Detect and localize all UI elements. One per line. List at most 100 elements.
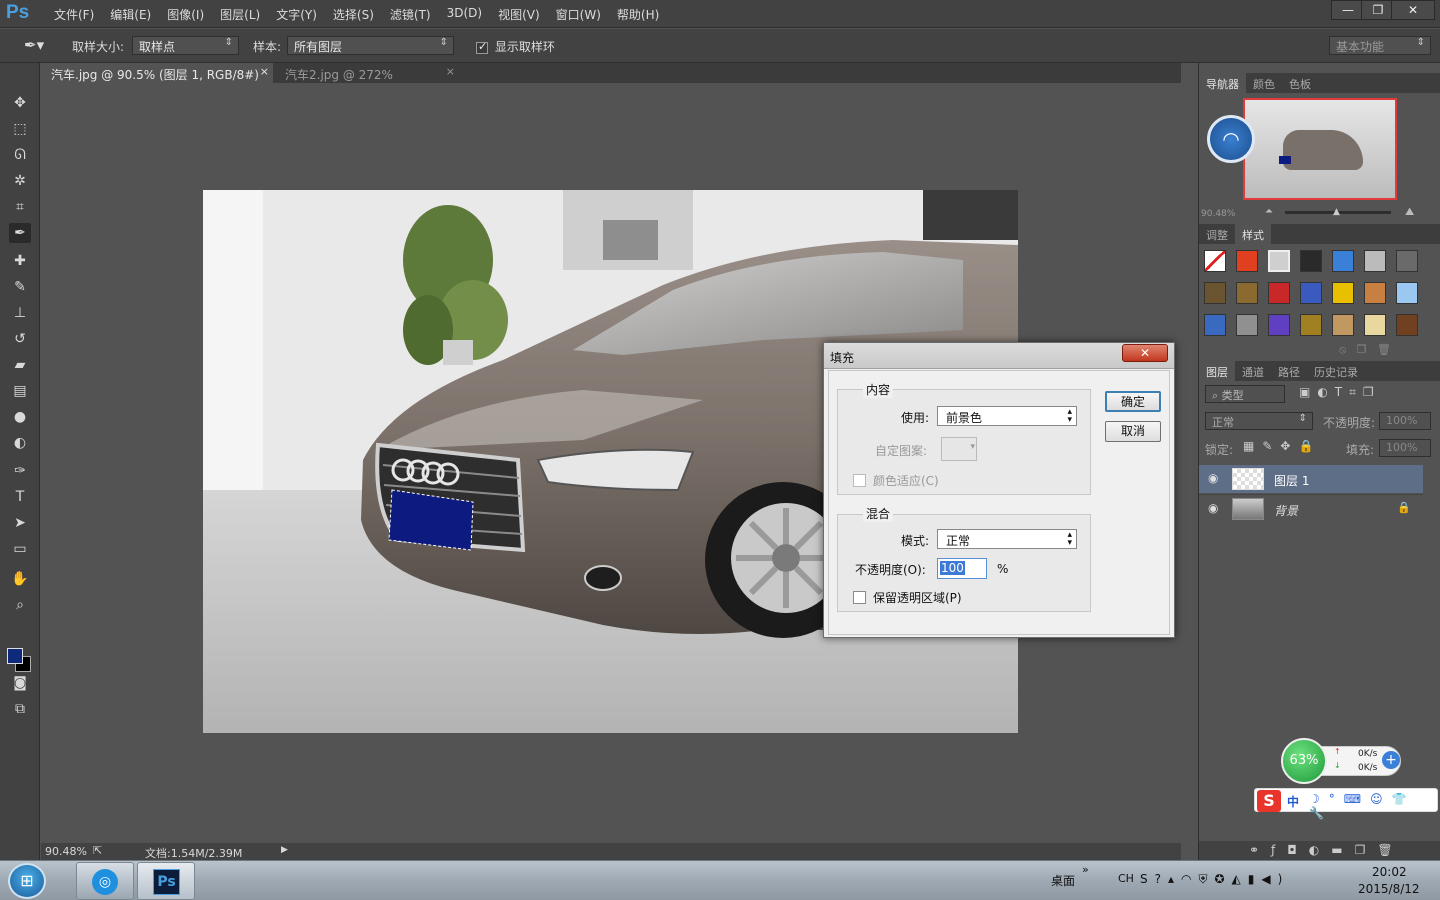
- menu-file[interactable]: 文件(F): [46, 6, 102, 23]
- quick-mask-icon[interactable]: ◙: [9, 673, 31, 693]
- clock-date[interactable]: 2015/8/12: [1358, 882, 1420, 896]
- menu-type[interactable]: 文字(Y): [268, 6, 325, 23]
- style-swatch[interactable]: [1204, 314, 1226, 336]
- dialog-titlebar[interactable]: 填充 ✕: [824, 343, 1174, 369]
- custom-pattern-picker[interactable]: ▾: [941, 437, 977, 461]
- menu-filter[interactable]: 滤镜(T): [382, 6, 439, 23]
- tab-history[interactable]: 历史记录: [1307, 361, 1365, 383]
- layer-fill-input[interactable]: 100%: [1379, 439, 1431, 457]
- type-tool-icon[interactable]: T: [9, 487, 31, 507]
- workspace-select[interactable]: 基本功能 ⇕: [1329, 36, 1431, 55]
- menu-image[interactable]: 图像(I): [159, 6, 212, 23]
- toolbar-expand-icon[interactable]: »: [1082, 863, 1089, 876]
- network-monitor-widget[interactable]: ↑ ↓ 0K/s 0K/s + 63%: [1281, 738, 1407, 788]
- tab-navigator[interactable]: 导航器: [1199, 73, 1246, 95]
- hand-tool-icon[interactable]: ✋: [9, 569, 31, 589]
- tab-car-jpg[interactable]: 汽车.jpg @ 90.5% (图层 1, RGB/8#) * ×: [41, 63, 273, 97]
- language-indicator[interactable]: CH: [1118, 872, 1134, 885]
- opacity-input[interactable]: 100: [937, 558, 987, 579]
- tab-styles[interactable]: 样式: [1235, 224, 1271, 246]
- sample-size-select[interactable]: 取样点 ⇕: [132, 36, 239, 55]
- style-swatch[interactable]: [1396, 314, 1418, 336]
- close-window-button[interactable]: ✕: [1391, 0, 1435, 20]
- eraser-tool-icon[interactable]: ▰: [9, 355, 31, 375]
- style-swatch[interactable]: [1204, 250, 1226, 272]
- taskbar-photoshop-button[interactable]: Ps: [137, 862, 195, 900]
- ok-button[interactable]: 确定: [1105, 391, 1161, 412]
- layer-row[interactable]: ◉ 图层 1: [1199, 465, 1423, 493]
- memory-usage-badge[interactable]: 63%: [1281, 738, 1327, 784]
- color-adapt-checkbox[interactable]: [853, 474, 866, 487]
- eyedropper-tool-icon[interactable]: ✒: [9, 223, 31, 243]
- style-swatch[interactable]: [1364, 250, 1386, 272]
- style-swatch[interactable]: [1236, 282, 1258, 304]
- start-button[interactable]: ⊞: [8, 863, 46, 899]
- clock-time[interactable]: 20:02: [1372, 865, 1407, 879]
- menu-help[interactable]: 帮助(H): [609, 6, 667, 23]
- tab-layers[interactable]: 图层: [1199, 361, 1235, 383]
- healing-brush-tool-icon[interactable]: ✚: [9, 251, 31, 271]
- style-swatch[interactable]: [1236, 314, 1258, 336]
- restore-button[interactable]: ❐: [1361, 0, 1395, 20]
- menu-edit[interactable]: 编辑(E): [102, 6, 159, 23]
- blend-mode-select[interactable]: 正常 ⇕: [1205, 412, 1313, 430]
- style-swatch[interactable]: [1300, 250, 1322, 272]
- style-swatch[interactable]: [1268, 282, 1290, 304]
- marquee-tool-icon[interactable]: ⬚: [9, 119, 31, 139]
- zoom-in-icon[interactable]: ⛰: [1405, 205, 1414, 219]
- menu-select[interactable]: 选择(S): [325, 6, 382, 23]
- menu-layer[interactable]: 图层(L): [212, 6, 268, 23]
- blur-tool-icon[interactable]: ●: [9, 407, 31, 427]
- foreground-color-swatch[interactable]: [7, 648, 23, 664]
- export-icon[interactable]: ⇱: [93, 844, 102, 857]
- style-swatch[interactable]: [1204, 282, 1226, 304]
- layer-name[interactable]: 背景: [1274, 502, 1298, 519]
- layer-opacity-input[interactable]: 100%: [1379, 412, 1431, 430]
- zoom-level[interactable]: 90.48%: [45, 845, 87, 858]
- minimize-button[interactable]: —: [1331, 0, 1365, 20]
- tab-color[interactable]: 颜色: [1246, 73, 1282, 95]
- close-tab-icon[interactable]: ×: [446, 65, 455, 78]
- clone-stamp-tool-icon[interactable]: ⊥: [9, 303, 31, 323]
- wifi-icon[interactable]: ◠: [1207, 115, 1255, 163]
- style-swatch[interactable]: [1396, 250, 1418, 272]
- cancel-button[interactable]: 取消: [1105, 421, 1161, 442]
- close-tab-icon[interactable]: ×: [260, 65, 269, 78]
- layer-filter-icons[interactable]: ▣◐T⌗❐: [1299, 385, 1381, 400]
- screen-mode-icon[interactable]: ⧉: [9, 699, 31, 719]
- style-swatch[interactable]: [1396, 282, 1418, 304]
- show-ring-checkbox[interactable]: ✓ 显示取样环: [476, 38, 555, 55]
- style-swatch[interactable]: [1300, 282, 1322, 304]
- layer-name[interactable]: 图层 1: [1274, 472, 1309, 489]
- tab-swatches[interactable]: 色板: [1282, 73, 1318, 95]
- tab-channels[interactable]: 通道: [1235, 361, 1271, 383]
- style-swatch[interactable]: [1332, 314, 1354, 336]
- style-swatch[interactable]: [1268, 314, 1290, 336]
- lasso-tool-icon[interactable]: ᘏ: [9, 145, 31, 165]
- preserve-transparency-checkbox[interactable]: [853, 591, 866, 604]
- slider-thumb-icon[interactable]: ▲: [1333, 207, 1340, 217]
- sample-select[interactable]: 所有图层 ⇕: [287, 36, 454, 55]
- path-select-tool-icon[interactable]: ➤: [9, 513, 31, 533]
- zoom-tool-icon[interactable]: ⌕: [9, 595, 31, 615]
- eye-icon[interactable]: ◉: [1208, 501, 1218, 515]
- style-swatch[interactable]: [1268, 250, 1290, 272]
- layer-row[interactable]: ◉ 背景 🔒: [1199, 494, 1423, 522]
- gradient-tool-icon[interactable]: ▤: [9, 381, 31, 401]
- navigator-preview[interactable]: [1243, 98, 1397, 200]
- magic-wand-tool-icon[interactable]: ✲: [9, 171, 31, 191]
- crop-tool-icon[interactable]: ⌗: [9, 197, 31, 217]
- desktop-label[interactable]: 桌面: [1051, 872, 1075, 889]
- style-swatch[interactable]: [1364, 314, 1386, 336]
- eyedropper-preset-icon[interactable]: ✒▾: [24, 36, 44, 54]
- mode-select[interactable]: 正常 ▴ ▾: [937, 529, 1077, 549]
- tab-car2-jpg[interactable]: 汽车2.jpg @ 272%(RGB/8#) ×: [275, 63, 455, 97]
- style-swatch[interactable]: [1332, 282, 1354, 304]
- tray-icons[interactable]: S?▴◠⛨✪◭▮◀): [1140, 872, 1289, 887]
- taskbar-browser-button[interactable]: ◎: [76, 862, 134, 900]
- shape-tool-icon[interactable]: ▭: [9, 539, 31, 559]
- style-swatch[interactable]: [1332, 250, 1354, 272]
- pen-tool-icon[interactable]: ✑: [9, 461, 31, 481]
- brush-tool-icon[interactable]: ✎: [9, 277, 31, 297]
- ime-tool-icons[interactable]: ☽°⌨☺👕🔧: [1309, 792, 1437, 820]
